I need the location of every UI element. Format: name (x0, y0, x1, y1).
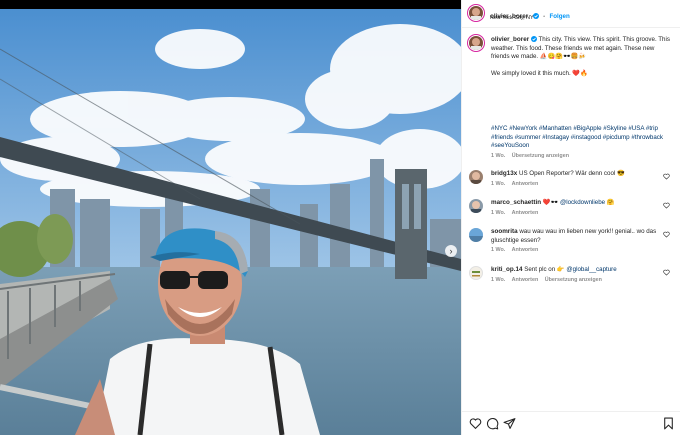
comment-username[interactable]: kriti_op.14 (491, 266, 523, 273)
top-bar (0, 0, 461, 9)
comment-username[interactable]: soomrita (491, 228, 518, 235)
comment-item: kriti_op.14 Sent plc on 👉 @global__captu… (469, 266, 674, 283)
heart-icon[interactable] (663, 173, 670, 180)
comment-text: ❤️🕶️ (542, 199, 559, 206)
comment-emoji: 🤗 (606, 199, 615, 206)
comment-time[interactable]: 1 Wo. (491, 277, 505, 283)
comment-mention[interactable]: @global__capture (566, 266, 616, 273)
caption: olivier_borer This city. This view. This… (469, 36, 674, 78)
translate-link[interactable]: Übersetzung anzeigen (512, 153, 569, 159)
photo-image (0, 9, 461, 435)
comment-mention[interactable]: @lockdownliebe (560, 199, 605, 206)
comment-text: Sent plc on 👉 (524, 266, 565, 273)
reply-link[interactable]: Antworten (512, 210, 539, 216)
comment-item: bridg13x US Open Reporter? Wär denn cool… (469, 170, 674, 187)
post-header: olivier_borer • Folgen New York City, NY (462, 0, 680, 28)
comment-item: marco_schaettin ❤️🕶️ @lockdownliebe 🤗 1 … (469, 199, 674, 216)
paper-plane-icon[interactable] (503, 417, 516, 430)
translate-link[interactable]: Übersetzung anzeigen (545, 277, 602, 283)
caption-hashtags[interactable]: #NYC #NewYork #Manhatten #BigApple #Skyl… (491, 125, 674, 151)
post-sidebar: olivier_borer • Folgen New York City, NY… (461, 0, 680, 435)
heart-icon[interactable] (663, 269, 670, 276)
caption-username[interactable]: olivier_borer (491, 36, 529, 43)
avatar[interactable] (469, 6, 483, 20)
bookmark-icon[interactable] (662, 417, 675, 430)
reply-link[interactable]: Antworten (512, 277, 539, 283)
comment-username[interactable]: bridg13x (491, 170, 517, 177)
post-photo[interactable]: › (0, 9, 461, 435)
comment-username[interactable]: marco_schaettin (491, 199, 541, 206)
avatar[interactable] (469, 199, 483, 213)
heart-icon[interactable] (663, 231, 670, 238)
heart-icon[interactable] (469, 417, 482, 430)
caption-line2: We simply loved it this much. ❤️🔥 (491, 69, 588, 77)
header-separator: • (543, 14, 546, 20)
avatar[interactable] (469, 266, 483, 280)
chevron-right-icon: › (449, 245, 453, 256)
action-bar (462, 411, 680, 435)
caption-hashtags-block: #NYC #NewYork #Manhatten #BigApple #Skyl… (469, 125, 674, 159)
comment-item: soomrita wau wau wau im lieben new york!… (469, 228, 674, 253)
verified-badge-icon (530, 36, 537, 42)
comment-time[interactable]: 1 Wo. (491, 181, 505, 187)
comment-text: US Open Reporter? Wär denn cool 😎 (518, 170, 625, 177)
comment-time[interactable]: 1 Wo. (491, 247, 505, 253)
reply-link[interactable]: Antworten (512, 247, 539, 253)
reply-link[interactable]: Antworten (512, 181, 539, 187)
post-location[interactable]: New York City, NY (490, 15, 534, 21)
avatar[interactable] (469, 228, 483, 242)
avatar[interactable] (469, 36, 483, 50)
speech-bubble-icon[interactable] (486, 417, 499, 430)
follow-button[interactable]: Folgen (549, 13, 569, 20)
next-photo-button[interactable]: › (445, 245, 457, 257)
heart-icon[interactable] (663, 202, 670, 209)
comment-time[interactable]: 1 Wo. (491, 210, 505, 216)
caption-time[interactable]: 1 Wo. (491, 153, 505, 159)
avatar[interactable] (469, 170, 483, 184)
